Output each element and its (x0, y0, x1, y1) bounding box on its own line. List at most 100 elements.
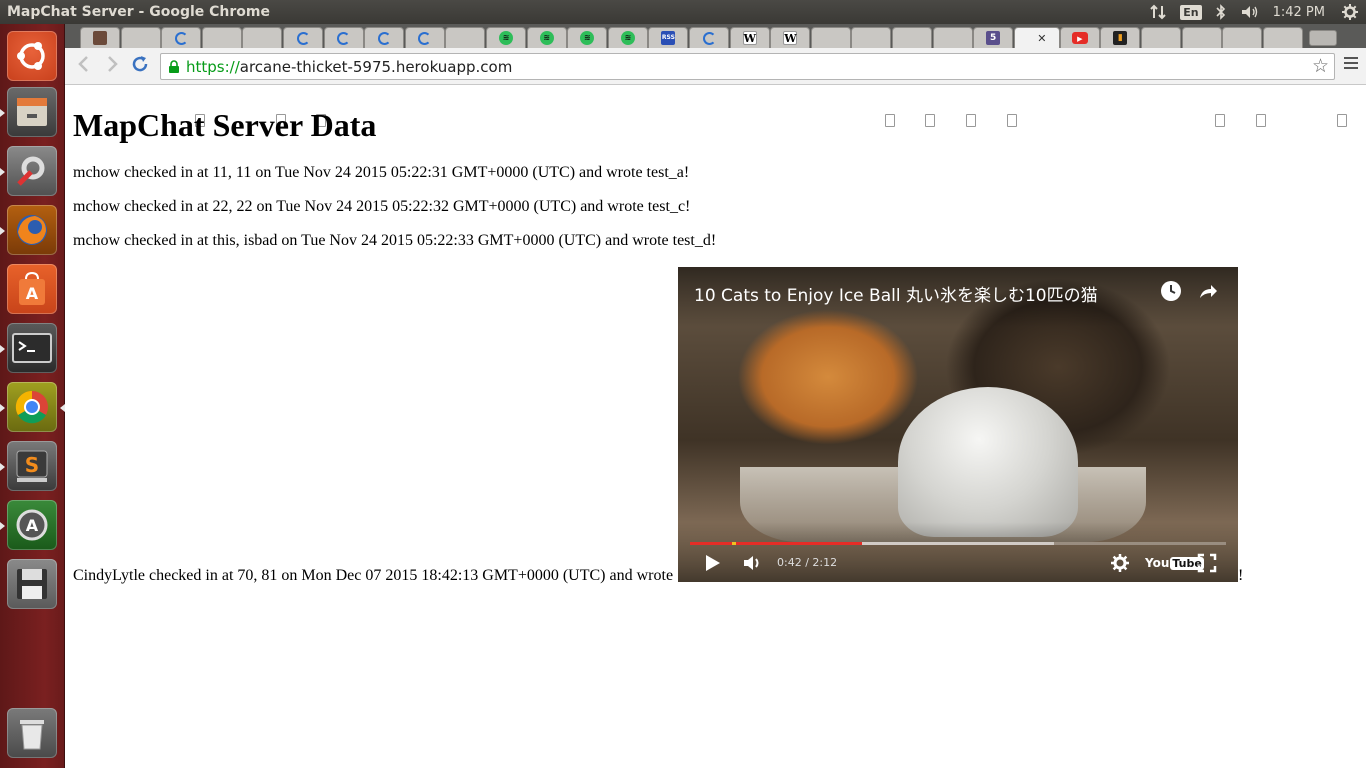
browser-tab[interactable] (689, 27, 729, 48)
browser-tab[interactable] (364, 27, 405, 48)
svg-text:S: S (25, 453, 39, 477)
loading-icon (702, 31, 716, 45)
avatar-icon (93, 31, 107, 45)
checkin-entry: CindyLytle checked in at 70, 81 on Mon D… (73, 567, 674, 584)
youtube-icon: ▶ (1071, 32, 1088, 44)
new-tab-button[interactable] (1309, 30, 1338, 46)
youtube-logo[interactable]: You Tube (1145, 556, 1204, 570)
firefox-icon[interactable] (0, 205, 57, 255)
browser-tab[interactable] (1262, 27, 1347, 127)
video-title[interactable]: 10 Cats to Enjoy Ice Ball 丸い氷を楽しむ10匹の猫 (694, 281, 1098, 306)
watch-later-icon[interactable] (1159, 279, 1183, 303)
software-updater-icon[interactable]: A (0, 500, 57, 550)
url-host: arcane-thicket-5975.herokuapp.com (239, 58, 513, 76)
svg-text:A: A (26, 516, 39, 535)
terminal-icon[interactable] (0, 323, 57, 373)
reload-button[interactable] (128, 55, 152, 77)
browser-tab[interactable] (201, 27, 286, 127)
share-icon[interactable] (1196, 279, 1220, 303)
network-icon[interactable] (1150, 4, 1166, 20)
window-title: MapChat Server - Google Chrome (7, 4, 270, 20)
back-button[interactable] (71, 55, 95, 77)
page-title: MapChat Server Data (73, 107, 377, 143)
browser-tab[interactable] (1141, 27, 1225, 127)
software-center-icon[interactable]: A (7, 264, 57, 314)
volume-icon[interactable] (742, 553, 764, 578)
ubuntu-dash-icon[interactable] (7, 31, 57, 81)
settings-gear-icon[interactable] (1110, 553, 1130, 578)
rss-icon: RSS (661, 31, 676, 45)
browser-tab[interactable]: ≋ (567, 27, 608, 48)
youtube-video-embed[interactable]: 10 Cats to Enjoy Ice Ball 丸い氷を楽しむ10匹の猫 0… (678, 267, 1238, 582)
browser-tab[interactable]: ▮ (1100, 27, 1141, 48)
chrome-menu-icon[interactable] (1344, 57, 1358, 72)
app-icon: ▮ (1113, 31, 1128, 45)
close-tab-icon[interactable]: ✕ (1037, 32, 1046, 45)
browser-tab[interactable] (283, 27, 323, 48)
browser-tab[interactable] (80, 27, 120, 48)
spotify-icon: ≋ (580, 31, 595, 45)
browser-tab[interactable] (323, 27, 364, 48)
browser-toolbar: https://arcane-thicket-5975.herokuapp.co… (65, 48, 1366, 85)
tab-strip: ≋ ≋ ≋ ≋ RSS W W 5 ✕ ▶ ▮ (65, 24, 1366, 127)
unity-launcher: A S A (0, 24, 65, 768)
video-time: 0:42 / 2:12 (777, 556, 838, 569)
svg-text:A: A (26, 284, 39, 303)
spotify-icon: ≋ (539, 31, 554, 45)
clock[interactable]: 1:42 PM (1273, 5, 1325, 20)
fullscreen-icon[interactable] (1197, 553, 1217, 578)
save-disk-icon[interactable] (7, 559, 57, 609)
address-bar[interactable]: https://arcane-thicket-5975.herokuapp.co… (160, 53, 1335, 80)
browser-tab[interactable] (404, 27, 445, 48)
browser-tab[interactable]: ≋ (486, 27, 526, 48)
tab-active[interactable]: ✕ (1013, 27, 1060, 48)
browser-tab[interactable] (161, 27, 202, 48)
browser-tab[interactable]: ▶ (1059, 27, 1100, 48)
browser-tab[interactable]: ≋ (607, 27, 648, 48)
loading-icon (418, 31, 432, 45)
browser-tab[interactable] (242, 27, 327, 127)
checkin-entry: mchow checked in at this, isbad on Tue N… (73, 232, 717, 249)
loading-icon (296, 31, 310, 45)
sublime-text-icon[interactable]: S (0, 441, 57, 491)
checkin-entry: mchow checked in at 22, 22 on Tue Nov 24… (73, 198, 691, 215)
browser-tab[interactable] (851, 27, 936, 127)
bookmark-star-icon[interactable]: ☆ (1312, 55, 1329, 77)
spotify-icon: ≋ (620, 31, 635, 45)
wikipedia-icon: W (742, 31, 757, 45)
browser-tab[interactable] (1222, 27, 1263, 48)
browser-tab[interactable]: W (729, 27, 770, 48)
url-scheme: https:// (186, 58, 240, 76)
system-settings-icon[interactable] (0, 146, 57, 196)
spotify-icon: ≋ (499, 31, 513, 45)
browser-tab[interactable] (445, 27, 486, 48)
checkin-entry: mchow checked in at 11, 11 on Tue Nov 24… (73, 164, 690, 181)
browser-tab[interactable]: RSS (648, 27, 689, 48)
bluetooth-icon[interactable] (1216, 4, 1226, 20)
browser-tab[interactable]: 5 (973, 27, 1014, 48)
html5-icon: 5 (986, 31, 1001, 45)
loading-icon (377, 31, 391, 45)
play-icon[interactable] (704, 553, 722, 578)
entry-exclamation: ! (1238, 567, 1244, 584)
settings-gear-icon[interactable] (1342, 4, 1358, 20)
volume-icon[interactable] (1240, 4, 1260, 20)
browser-tab[interactable]: W (770, 27, 811, 48)
browser-tab[interactable] (932, 27, 1017, 127)
loading-icon (337, 31, 351, 45)
browser-tab[interactable] (810, 27, 895, 127)
chrome-icon[interactable] (0, 382, 65, 432)
files-icon[interactable] (0, 87, 57, 137)
browser-tab[interactable] (120, 27, 205, 127)
loading-icon (174, 31, 188, 45)
video-progress-bar[interactable] (690, 542, 1226, 545)
browser-tab[interactable]: ≋ (526, 27, 567, 48)
secure-lock-icon (169, 60, 179, 73)
played-bar (690, 542, 862, 545)
url-text[interactable]: https://arcane-thicket-5975.herokuapp.co… (186, 58, 512, 76)
trash-icon[interactable] (7, 708, 57, 758)
browser-tab[interactable] (1181, 27, 1266, 127)
keyboard-layout-indicator[interactable]: En (1180, 4, 1202, 20)
browser-tab[interactable] (892, 27, 976, 127)
forward-button[interactable] (101, 55, 125, 77)
